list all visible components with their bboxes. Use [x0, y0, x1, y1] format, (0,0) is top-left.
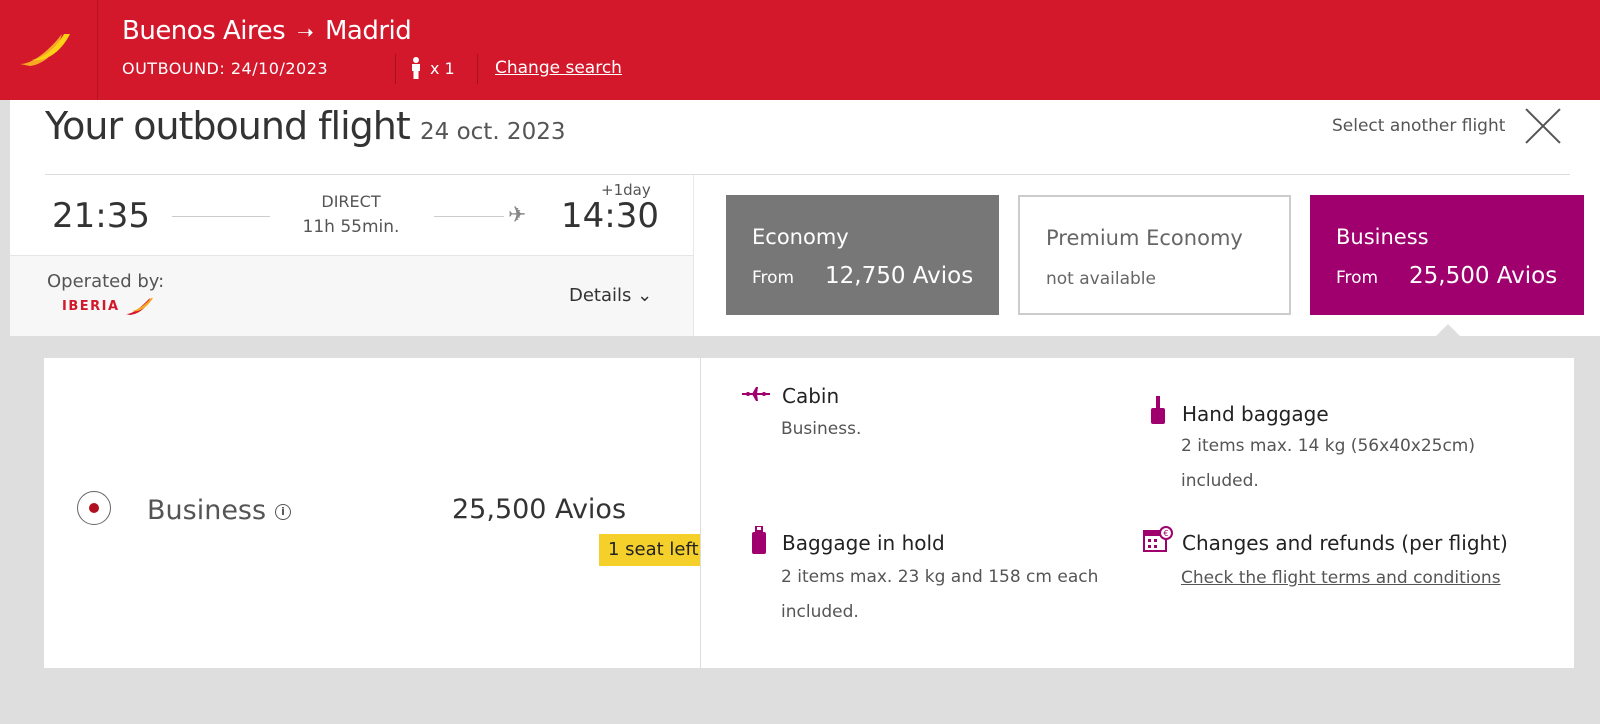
feature-hold-baggage-line2: included. [781, 602, 859, 622]
calendar-euro-icon: € [1143, 526, 1173, 552]
page-title: Your outbound flight [45, 104, 411, 148]
route-title: Buenos Aires ➝ Madrid [122, 16, 412, 46]
operator-logo: IBERIA [62, 296, 154, 316]
iberia-flag-icon [125, 298, 153, 315]
fare-unavailable-label: not available [1046, 269, 1156, 289]
fare-name: Economy [752, 225, 849, 249]
destination-city: Madrid [324, 16, 412, 46]
plane-side-icon [742, 387, 770, 401]
route-line [172, 216, 270, 217]
outbound-date: OUTBOUND: 24/10/2023 [122, 59, 329, 78]
arrow-right-icon: ➝ [296, 20, 314, 44]
fare-premium-economy-card: Premium Economy not available [1018, 195, 1291, 315]
plane-icon: ✈ [508, 203, 527, 228]
selected-fare-name: Business [147, 495, 267, 526]
selected-fare-price: 25,500 Avios [452, 494, 627, 525]
arrival-time: 14:30 [561, 196, 659, 236]
feature-hold-baggage-title: Baggage in hold [782, 531, 945, 555]
fare-price: 12,750 Avios [825, 263, 974, 289]
hand-baggage-icon [1151, 396, 1165, 424]
passenger-count-label: x 1 [430, 58, 455, 78]
departure-time: 21:35 [52, 196, 150, 236]
feature-hand-baggage-title: Hand baggage [1182, 402, 1329, 426]
seats-left-badge: 1 seat left [599, 534, 700, 566]
divider [45, 174, 1570, 175]
fare-price: 25,500 Avios [1409, 263, 1558, 289]
header-bar: Buenos Aires ➝ Madrid OUTBOUND: 24/10/20… [0, 0, 1600, 100]
feature-cabin-title: Cabin [782, 384, 840, 408]
operator-name: IBERIA [62, 298, 120, 314]
fare-from-label: From [752, 268, 795, 288]
iberia-flag-icon [20, 34, 70, 66]
fare-economy-card[interactable]: Economy From 12,750 Avios [726, 195, 999, 315]
header-divider [395, 54, 396, 84]
operated-by-label: Operated by: [47, 271, 165, 292]
iberia-logo[interactable] [0, 0, 98, 100]
route-line [434, 216, 504, 217]
close-icon[interactable] [1524, 106, 1562, 144]
feature-cabin-text: Business. [781, 419, 862, 439]
feature-hand-baggage-line2: included. [1181, 471, 1259, 491]
feature-hand-baggage-line1: 2 items max. 14 kg (56x40x25cm) [1181, 436, 1475, 456]
header-divider [477, 54, 478, 84]
details-toggle[interactable]: Details ⌄ [569, 285, 652, 306]
svg-text:€: € [1163, 529, 1168, 538]
select-another-flight-label[interactable]: Select another flight [1332, 116, 1505, 136]
fare-name: Business [1336, 225, 1429, 249]
divider [693, 175, 694, 336]
change-search-link[interactable]: Change search [495, 58, 622, 78]
divider [700, 358, 701, 668]
selected-fare-caret [1436, 324, 1460, 336]
feature-hold-baggage-line1: 2 items max. 23 kg and 158 cm each [781, 567, 1099, 587]
origin-city: Buenos Aires [122, 16, 286, 46]
feature-changes-title: Changes and refunds (per flight) [1182, 531, 1508, 555]
fare-business-card[interactable]: Business From 25,500 Avios [1310, 195, 1584, 315]
info-icon[interactable]: i [275, 504, 291, 520]
flight-terms-link[interactable]: Check the flight terms and conditions [1181, 568, 1501, 588]
hold-baggage-icon [752, 526, 766, 554]
stops-label: DIRECT [321, 192, 381, 211]
person-icon [412, 57, 420, 79]
fare-from-label: From [1336, 268, 1379, 288]
fare-name: Premium Economy [1046, 226, 1243, 250]
passenger-count: x 1 [410, 57, 455, 79]
duration-label: 11h 55min. [302, 217, 400, 237]
flight-date: 24 oct. 2023 [420, 119, 566, 145]
fare-radio-selected[interactable] [77, 491, 111, 525]
